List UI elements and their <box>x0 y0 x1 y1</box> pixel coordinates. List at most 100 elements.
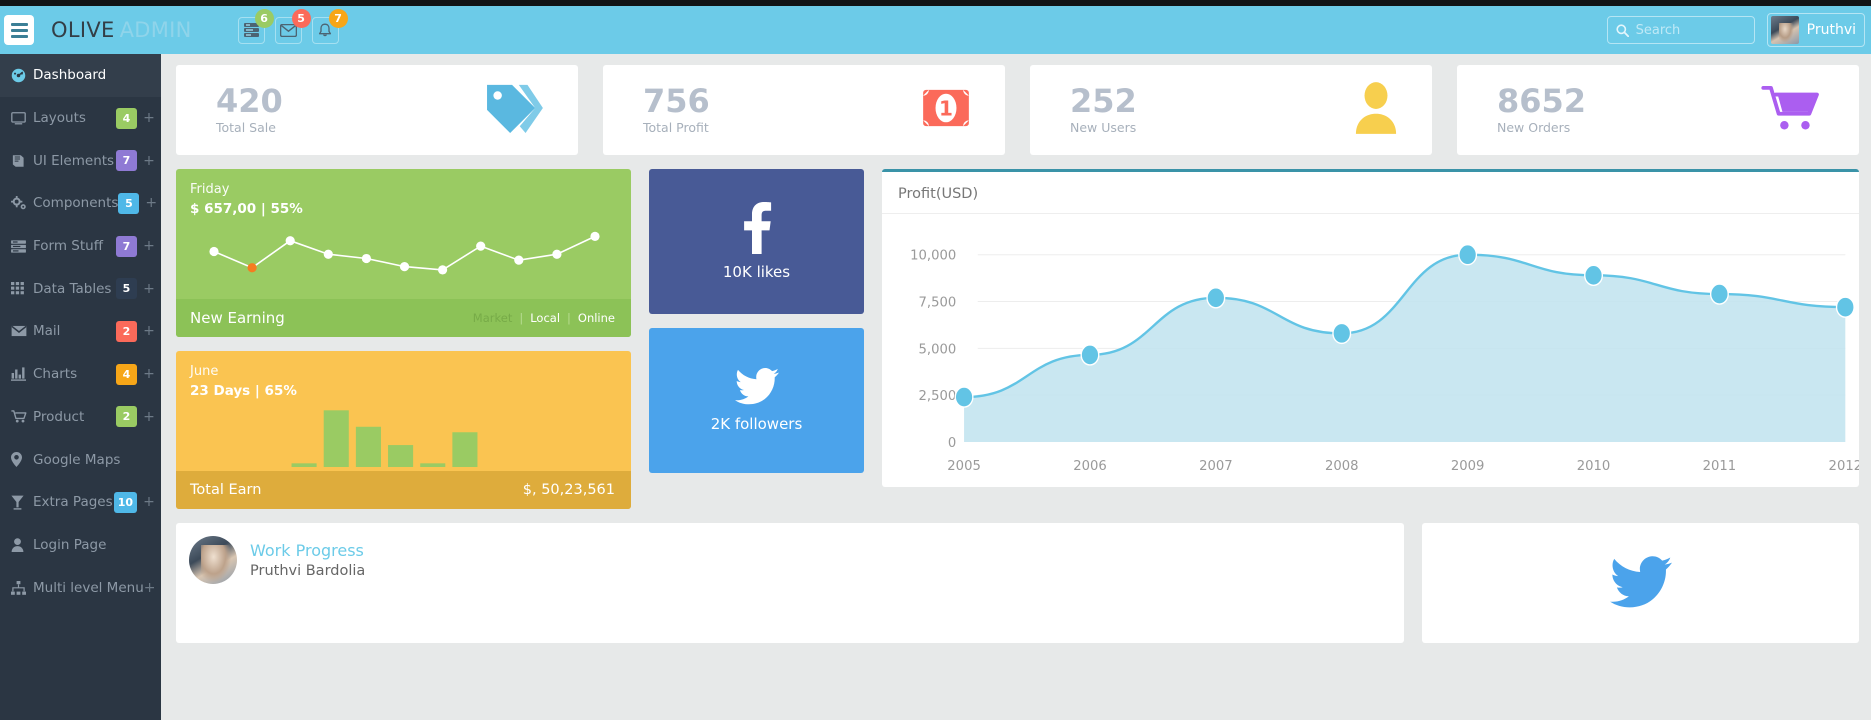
sidebar-item-layouts[interactable]: Layouts 4 + <box>0 97 161 140</box>
stat-value: 8652 <box>1497 81 1587 120</box>
stat-card-new-users: 252 New Users <box>1030 65 1432 155</box>
sidebar-item-label: Product <box>33 408 85 425</box>
work-progress-card: Work Progress Pruthvi Bardolia <box>176 523 1404 643</box>
expand-icon[interactable]: + <box>143 153 155 169</box>
sidebar-item-label: Form Stuff <box>33 238 104 255</box>
stat-value: 420 <box>216 81 283 120</box>
expand-icon[interactable]: + <box>143 494 155 510</box>
sidebar-badge: 7 <box>116 235 137 257</box>
expand-icon[interactable]: + <box>143 110 155 126</box>
sidebar-item-google-maps[interactable]: Google Maps <box>0 438 161 481</box>
main-content: 420 Total Sale 756 Total Profit 1 252 New User… <box>161 54 1871 720</box>
sidebar-item-multi-level-menu[interactable]: Multi level Menu + <box>0 566 161 609</box>
sidebar-item-extra-pages[interactable]: Extra Pages 10 + <box>0 481 161 524</box>
svg-text:2008: 2008 <box>1325 459 1359 474</box>
twitter-feed-card <box>1422 523 1859 643</box>
sidebar-item-login-page[interactable]: Login Page <box>0 524 161 567</box>
search-icon <box>1616 23 1629 37</box>
sidebar-badge: 10 <box>113 491 137 513</box>
svg-text:2007: 2007 <box>1199 459 1233 474</box>
link-local[interactable]: Local <box>530 311 560 325</box>
stat-label: New Users <box>1070 120 1137 136</box>
dashboard-icon <box>11 68 33 83</box>
sidebar-badge: 5 <box>116 278 137 300</box>
total-earn-title: Total Earn <box>190 482 262 498</box>
total-earn-value: $, 50,23,561 <box>522 482 615 498</box>
search-box[interactable] <box>1606 16 1755 44</box>
twitter-icon <box>1609 556 1672 608</box>
svg-text:5,000: 5,000 <box>919 342 957 357</box>
user-icon <box>1354 82 1398 138</box>
sidebar-item-label: Login Page <box>33 536 107 553</box>
user-menu[interactable]: Pruthvi <box>1766 13 1865 47</box>
tasks-icon[interactable]: 6 <box>237 8 274 44</box>
user-name: Pruthvi <box>1806 22 1856 38</box>
stat-text: 756 Total Profit <box>643 81 710 135</box>
expand-icon[interactable]: + <box>143 281 155 297</box>
cart-icon <box>11 410 33 423</box>
sidebar-item-data-tables[interactable]: Data Tables 5 + <box>0 267 161 310</box>
expand-icon[interactable]: + <box>144 580 156 596</box>
total-earn-card: June 23 Days | 65% Total Earn $, 50,23,5… <box>176 351 631 509</box>
app-header: OLIVEADMIN 6 5 7 Pruthvi <box>0 6 1871 54</box>
expand-icon[interactable]: + <box>145 195 157 211</box>
work-progress-name: Pruthvi Bardolia <box>250 563 366 579</box>
work-progress-header: Work Progress Pruthvi Bardolia <box>176 523 1404 584</box>
link-sep-2: | <box>567 311 571 325</box>
svg-text:10,000: 10,000 <box>910 249 956 264</box>
sidebar-item-components[interactable]: Components 5 + <box>0 182 161 225</box>
svg-text:2009: 2009 <box>1451 459 1485 474</box>
sidebar[interactable]: Dashboard Layouts 4 + UI Elements 7 + Component… <box>0 54 161 720</box>
sidebar-item-mail[interactable]: Mail 2 + <box>0 310 161 353</box>
tasks-badge: 6 <box>254 8 274 28</box>
sidebar-badge: 7 <box>116 150 137 172</box>
stat-value: 756 <box>643 81 710 120</box>
earning-sparkline <box>176 217 631 299</box>
facebook-card[interactable]: 10K likes <box>649 169 864 314</box>
bell-icon[interactable]: 7 <box>311 8 348 44</box>
link-market[interactable]: Market <box>473 311 513 325</box>
link-sep-1: | <box>519 311 524 325</box>
sidebar-item-form-stuff[interactable]: Form Stuff 7 + <box>0 225 161 268</box>
form-icon <box>11 239 33 253</box>
sidebar-item-charts[interactable]: Charts 4 + <box>0 353 161 396</box>
person-icon <box>11 538 33 552</box>
mail-icon[interactable]: 5 <box>274 8 311 44</box>
sidebar-badge: 2 <box>116 320 137 342</box>
stat-label: New Orders <box>1497 120 1571 136</box>
grid-icon <box>11 282 33 295</box>
sidebar-item-label: Multi level Menu <box>33 579 144 596</box>
hamburger-icon[interactable] <box>4 15 34 45</box>
svg-text:2005: 2005 <box>947 459 981 474</box>
link-online[interactable]: Online <box>578 311 615 325</box>
expand-icon[interactable]: + <box>143 366 155 382</box>
expand-icon[interactable]: + <box>143 409 155 425</box>
work-progress-title[interactable]: Work Progress <box>250 541 365 560</box>
twitter-card[interactable]: 2K followers <box>649 328 864 473</box>
facebook-label: 10K likes <box>722 263 791 281</box>
sidebar-item-ui-elements[interactable]: UI Elements 7 + <box>0 139 161 182</box>
sidebar-item-dashboard[interactable]: Dashboard <box>0 54 161 97</box>
stat-label: Total Sale <box>216 120 276 136</box>
brand-sub: ADMIN <box>119 18 192 42</box>
search-input[interactable] <box>1635 22 1746 38</box>
brand-logo[interactable]: OLIVE ADMIN <box>51 18 192 42</box>
total-earn-month: June <box>190 364 219 379</box>
sidebar-item-product[interactable]: Product 2 + <box>0 396 161 439</box>
sidebar-badge: 4 <box>116 107 137 129</box>
total-earn-amount: 23 Days | 65% <box>190 383 297 399</box>
total-earn-head: June 23 Days | 65% <box>176 351 631 399</box>
stat-text: 8652 New Orders <box>1497 81 1587 136</box>
svg-text:0: 0 <box>948 436 956 451</box>
bottom-row: Work Progress Pruthvi Bardolia <box>161 509 1871 643</box>
brand-main: OLIVE <box>51 18 115 42</box>
total-earn-footer: Total Earn $, 50,23,561 <box>176 471 631 509</box>
social-column: 10K likes 2K followers <box>649 169 864 509</box>
stat-card-total-sale: 420 Total Sale <box>176 65 578 155</box>
expand-icon[interactable]: + <box>143 238 155 254</box>
expand-icon[interactable]: + <box>143 323 155 339</box>
money-icon: 1 <box>921 88 971 132</box>
facebook-icon <box>743 202 771 254</box>
svg-text:2,500: 2,500 <box>919 389 957 404</box>
svg-text:2012: 2012 <box>1829 459 1859 474</box>
